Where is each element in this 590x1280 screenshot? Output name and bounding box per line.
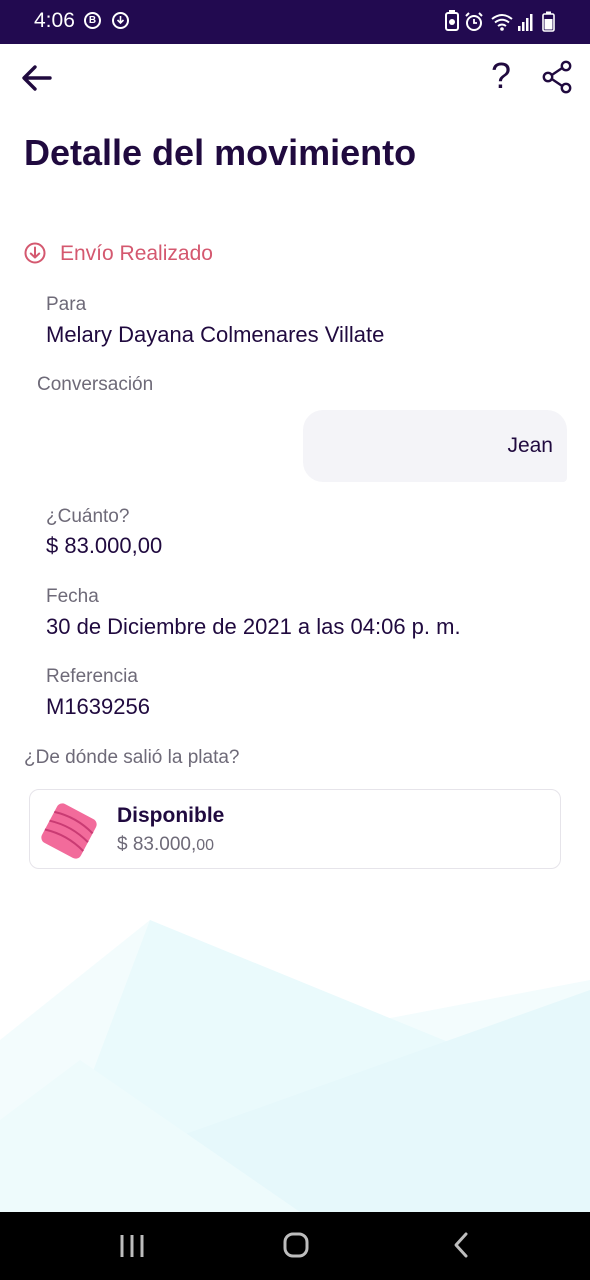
battery-saver-icon bbox=[445, 10, 459, 31]
reference-label: Referencia bbox=[46, 666, 138, 687]
background-decoration bbox=[0, 920, 590, 1212]
status-bar: 4:06 B bbox=[0, 0, 590, 44]
recipient-label: Para bbox=[46, 294, 87, 315]
b-circle-icon: B bbox=[84, 12, 101, 29]
status-time: 4:06 bbox=[34, 9, 75, 32]
arrow-down-circle-icon bbox=[24, 242, 46, 264]
wifi-icon bbox=[491, 14, 513, 31]
page-title: Detalle del movimiento bbox=[24, 132, 417, 173]
conversation-label: Conversación bbox=[37, 374, 154, 395]
home-icon bbox=[283, 1232, 309, 1258]
transaction-status-label: Envío Realizado bbox=[60, 242, 213, 265]
nav-back-button[interactable] bbox=[442, 1228, 482, 1264]
pink-pocket-icon bbox=[41, 803, 97, 859]
nav-back-icon bbox=[454, 1232, 468, 1258]
status-icons bbox=[444, 10, 560, 34]
date-value: 30 de Diciembre de 2021 a las 04:06 p. m… bbox=[46, 614, 461, 639]
pocket-amount-cents: 00 bbox=[196, 837, 215, 854]
recipient-name: Melary Dayana Colmenares Villate bbox=[46, 322, 385, 347]
amount-value: $ 83.000,00 bbox=[46, 533, 163, 558]
battery-icon bbox=[542, 11, 555, 32]
home-button[interactable] bbox=[276, 1228, 316, 1264]
source-label: ¿De dónde salió la plata? bbox=[24, 747, 240, 768]
signal-icon bbox=[518, 14, 533, 31]
back-button[interactable] bbox=[20, 60, 56, 96]
share-icon bbox=[542, 60, 572, 94]
amount-label: ¿Cuánto? bbox=[46, 506, 130, 527]
recent-apps-icon bbox=[120, 1235, 144, 1257]
recent-apps-button[interactable] bbox=[112, 1228, 152, 1264]
share-button[interactable] bbox=[542, 60, 574, 94]
download-circle-icon bbox=[112, 12, 129, 29]
pocket-amount: $ 83.000,00 bbox=[117, 834, 214, 856]
reference-value: M1639256 bbox=[46, 694, 150, 719]
message-bubble: Jean bbox=[303, 410, 567, 482]
arrow-left-icon bbox=[22, 65, 52, 91]
help-button[interactable]: ? bbox=[486, 56, 516, 96]
message-text: Jean bbox=[507, 434, 553, 457]
pocket-name: Disponible bbox=[117, 804, 225, 827]
source-pocket-card[interactable]: Disponible $ 83.000,00 bbox=[29, 789, 561, 869]
pocket-amount-main: $ 83.000, bbox=[117, 834, 197, 855]
system-nav-bar bbox=[0, 1212, 590, 1280]
date-label: Fecha bbox=[46, 586, 99, 607]
alarm-icon bbox=[465, 12, 483, 31]
